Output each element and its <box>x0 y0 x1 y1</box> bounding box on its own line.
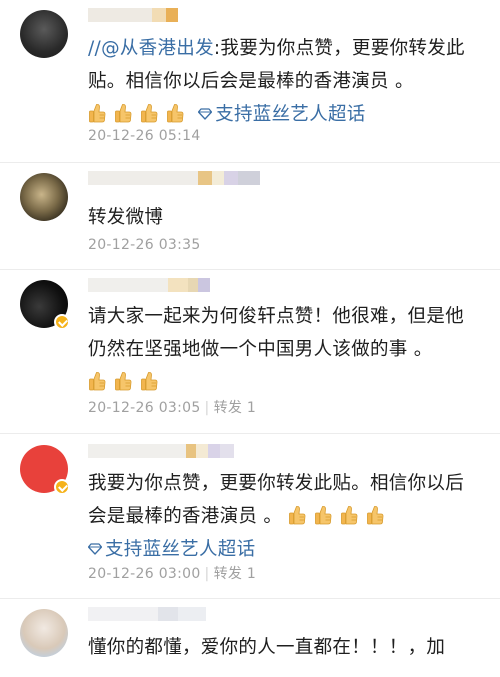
thumbs-up-icon <box>340 504 358 526</box>
thumbs-up-emoji-group <box>288 500 392 533</box>
thumbs-up-icon <box>166 102 184 124</box>
avatar[interactable] <box>20 280 70 330</box>
username-blurred[interactable] <box>88 278 210 292</box>
thumbs-up-icon <box>288 504 306 526</box>
meta-separator: | <box>204 566 210 582</box>
comment-meta: 20-12-26 03:35 <box>88 237 201 253</box>
username-blurred[interactable] <box>88 607 206 621</box>
comment-text: 懂你的都懂，爱你的人一直都在！！！，加 <box>88 637 446 658</box>
comment-item: //@从香港出发:我要为你点赞，更要你转发此贴。相信你以后会是最棒的香港演员 。… <box>0 0 500 163</box>
topic-link[interactable]: 支持蓝丝艺人超话 <box>198 104 365 125</box>
username-blurred[interactable] <box>88 444 234 458</box>
verified-badge-icon <box>54 314 70 330</box>
timestamp: 20-12-26 03:35 <box>88 237 201 253</box>
thumbs-up-icon <box>314 504 332 526</box>
meta-separator: | <box>204 400 210 416</box>
comment-item: 请大家一起来为何俊轩点赞！他很难，但是他仍然在坚强地做一个中国男人该做的事 。 … <box>0 270 500 434</box>
username-blurred[interactable] <box>88 171 260 185</box>
timestamp: 20-12-26 05:14 <box>88 128 201 144</box>
thumbs-up-icon <box>140 102 158 124</box>
repost-count[interactable]: 转发 1 <box>214 400 257 416</box>
repost-count[interactable]: 转发 1 <box>214 566 257 582</box>
thumbs-up-icon <box>88 102 106 124</box>
thumbs-up-emoji-group <box>88 98 192 131</box>
avatar[interactable] <box>20 609 68 657</box>
avatar[interactable] <box>20 10 68 58</box>
diamond-icon <box>198 108 212 120</box>
comment-item: 转发微博 20-12-26 03:35 <box>0 163 500 270</box>
mention-link[interactable]: //@从香港出发 <box>88 38 214 59</box>
comment-meta: 20-12-26 03:05 | 转发 1 <box>88 397 256 417</box>
avatar[interactable] <box>20 173 68 221</box>
timestamp: 20-12-26 03:00 <box>88 566 201 582</box>
thumbs-up-icon <box>88 370 106 392</box>
thumbs-up-icon <box>140 370 158 392</box>
diamond-icon <box>88 543 102 555</box>
topic-link[interactable]: 支持蓝丝艺人超话 <box>88 539 255 560</box>
verified-badge-icon <box>54 479 70 495</box>
avatar[interactable] <box>20 445 70 495</box>
timestamp: 20-12-26 03:05 <box>88 400 201 416</box>
comment-meta: 20-12-26 05:14 <box>88 128 201 144</box>
thumbs-up-icon <box>366 504 384 526</box>
comment-text: //@从香港出发:我要为你点赞，更要你转发此贴。相信你以后会是最棒的香港演员 。… <box>88 32 478 131</box>
username-blurred[interactable] <box>88 8 188 22</box>
comment-meta: 20-12-26 03:00 | 转发 1 <box>88 563 256 583</box>
thumbs-up-icon <box>114 370 132 392</box>
comment-item: 我要为你点赞，更要你转发此贴。相信你以后会是最棒的香港演员 。 支持蓝丝艺人超话… <box>0 434 500 599</box>
comment-text: 请大家一起来为何俊轩点赞！他很难，但是他仍然在坚强地做一个中国男人该做的事 。 <box>88 300 478 399</box>
comment-item: 懂你的都懂，爱你的人一直都在！！！，加 <box>0 599 500 677</box>
thumbs-up-emoji-group <box>88 366 166 399</box>
comment-feed: //@从香港出发:我要为你点赞，更要你转发此贴。相信你以后会是最棒的香港演员 。… <box>0 0 500 677</box>
thumbs-up-icon <box>114 102 132 124</box>
comment-text: 我要为你点赞，更要你转发此贴。相信你以后会是最棒的香港演员 。 支持蓝丝艺人超话 <box>88 473 465 560</box>
comment-text: 转发微博 <box>88 207 164 228</box>
